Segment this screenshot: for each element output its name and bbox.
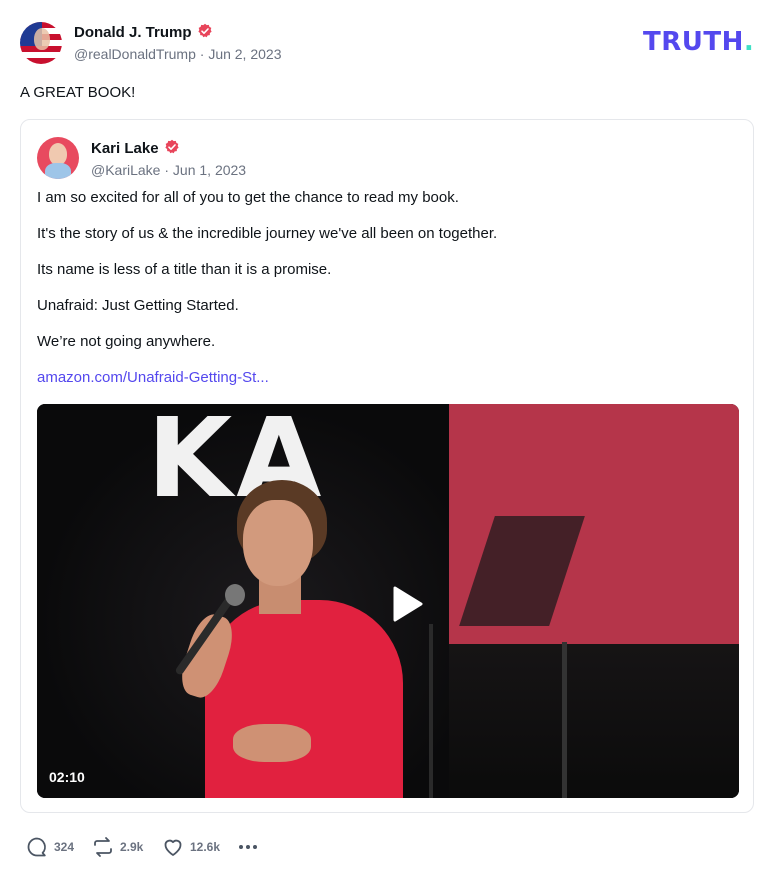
post-date[interactable]: Jun 2, 2023 (208, 46, 281, 62)
quoted-text-line: It's the story of us & the incredible jo… (37, 225, 498, 242)
verified-badge-icon (164, 139, 179, 154)
heart-icon (164, 839, 182, 856)
quoted-author-avatar[interactable] (37, 137, 79, 179)
quoted-text-line: Unafraid: Just Getting Started. (37, 297, 239, 314)
author-meta: @realDonaldTrump · Jun 2, 2023 (74, 46, 281, 62)
more-dots-icon (239, 845, 257, 849)
quoted-author-name-row[interactable]: Kari Lake (91, 139, 180, 157)
quoted-author-name[interactable]: Kari Lake (91, 140, 159, 157)
quoted-author-handle[interactable]: @KariLake (91, 162, 160, 178)
comment-icon (27, 837, 46, 857)
author-name-row[interactable]: Donald J. Trump (74, 23, 213, 41)
brand-text: TRUTH (643, 27, 744, 57)
video-speaker-face (243, 500, 313, 586)
video-duration: 02:10 (49, 769, 85, 785)
like-button[interactable]: 12.6k (162, 832, 220, 862)
post-text: A GREAT BOOK! (20, 84, 136, 101)
meta-separator: · (160, 162, 173, 178)
quoted-post-date[interactable]: Jun 1, 2023 (173, 162, 246, 178)
retruth-icon (94, 837, 112, 857)
video-player[interactable]: KA 02:10 (37, 404, 739, 798)
reply-count: 324 (54, 840, 75, 854)
video-stand (562, 642, 567, 798)
play-icon[interactable] (385, 582, 429, 626)
video-speaker-dress (205, 600, 403, 798)
retruth-button[interactable]: 2.9k (92, 832, 143, 862)
quoted-text-line: We’re not going anywhere. (37, 333, 216, 350)
amazon-link[interactable]: amazon.com/Unafraid-Getting-St... (37, 369, 269, 386)
video-stand (429, 624, 433, 798)
video-speaker-hands (233, 724, 311, 762)
reply-button[interactable]: 324 (26, 832, 74, 862)
author-handle[interactable]: @realDonaldTrump (74, 46, 196, 62)
video-stage-lower (449, 644, 739, 798)
video-microphone-head (225, 584, 245, 606)
author-name[interactable]: Donald J. Trump (74, 24, 192, 41)
quoted-text-line: Its name is less of a title than it is a… (37, 261, 332, 278)
quoted-author-meta: @KariLake · Jun 1, 2023 (91, 162, 246, 178)
author-avatar[interactable] (20, 22, 62, 64)
meta-separator: · (195, 46, 209, 62)
more-options-button[interactable] (237, 832, 259, 862)
retruth-count: 2.9k (120, 840, 144, 854)
quoted-text-line: I am so excited for all of you to get th… (37, 189, 459, 206)
like-count: 12.6k (190, 840, 221, 854)
verified-badge-icon (197, 23, 212, 38)
truth-logo[interactable]: TRUTH. (643, 27, 754, 57)
brand-dot: . (743, 27, 755, 57)
